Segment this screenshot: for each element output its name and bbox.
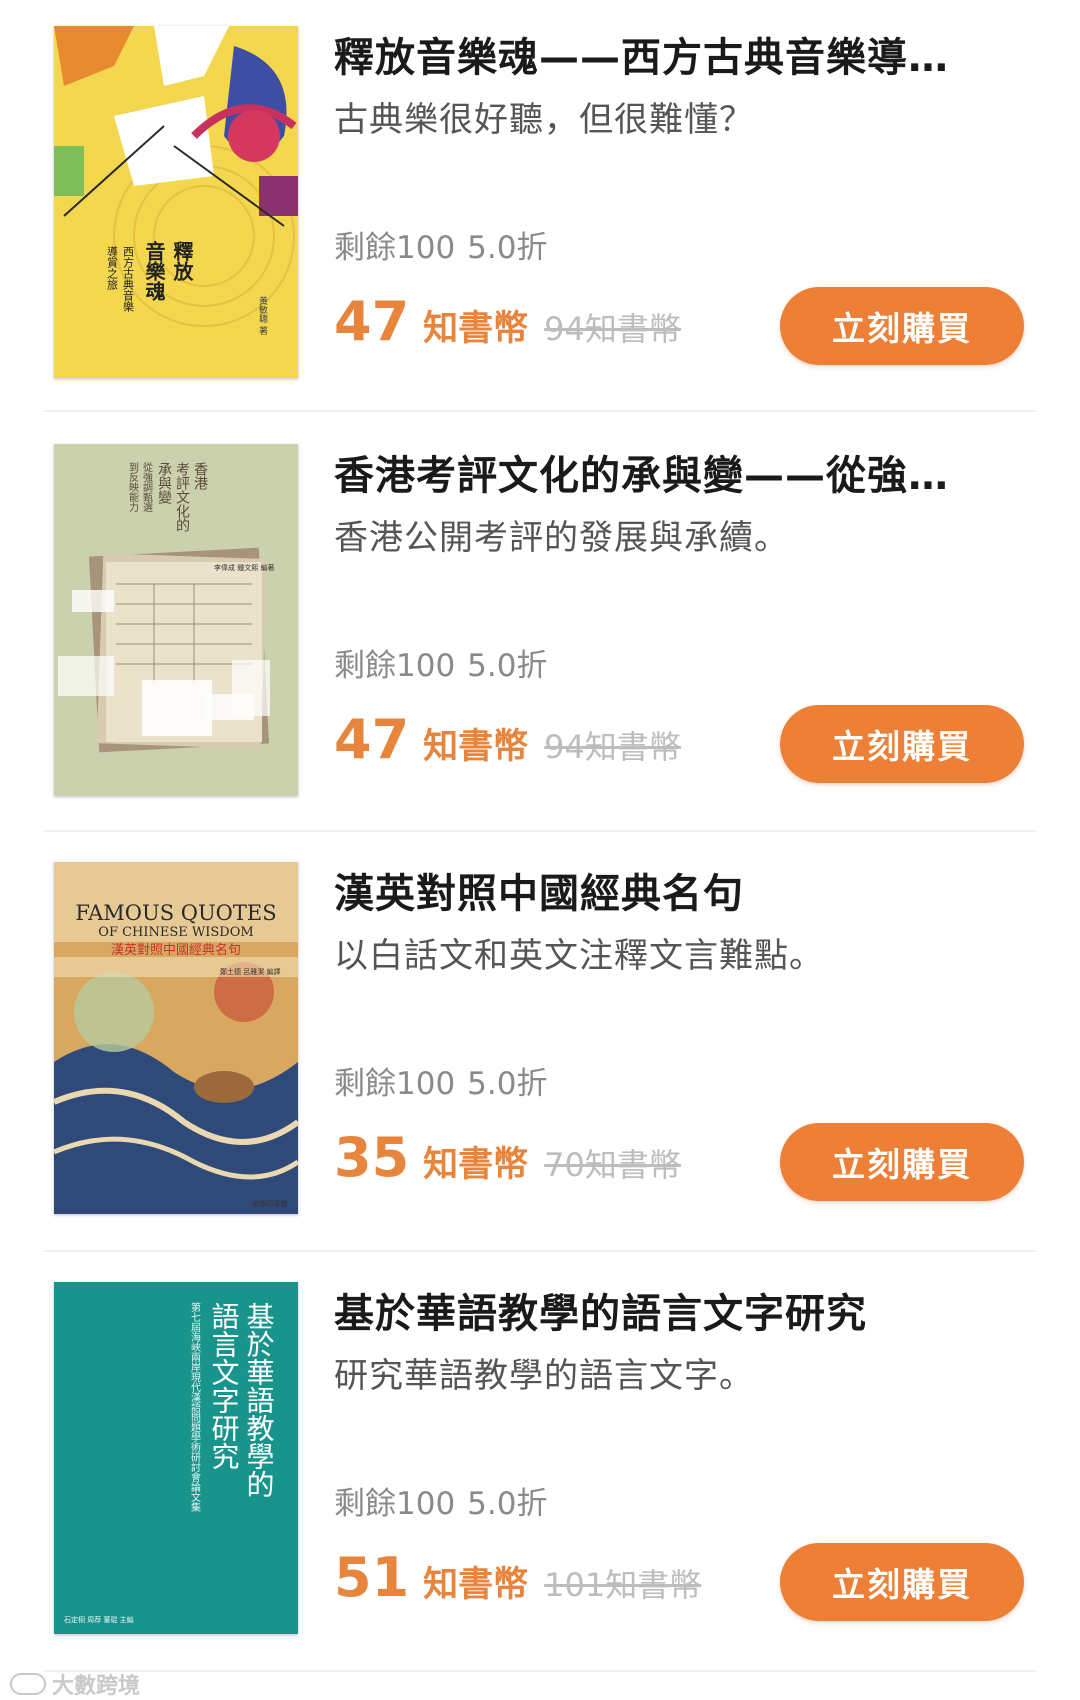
cover-subtitle: 第七屆海峽兩岸現代漢語問題學術研討會論文集 [189, 1301, 201, 1513]
cover-title-1: 香港 [192, 462, 208, 490]
stock-count: 剩餘100 [334, 1066, 456, 1102]
cover-author: 李偉成 鍾文熙 編著 [214, 563, 274, 572]
stock-count: 剩餘100 [334, 1486, 456, 1522]
list-item[interactable]: 香港 考評文化的 承與變 從強調甄選 到反映能力 李偉成 鍾文熙 編著 香港考評… [0, 418, 1080, 838]
price-unit: 知書幣 [423, 727, 529, 767]
stock-info: 剩餘100 5.0折 [334, 226, 559, 270]
price-value: 47 [334, 290, 410, 353]
watermark: 大數跨境 [10, 1668, 140, 1700]
cover-title-1: 基於華語教學的 [243, 1302, 276, 1498]
divider [44, 830, 1036, 832]
price-value: 47 [334, 708, 410, 771]
discount-label: 5.0折 [467, 648, 548, 684]
price-row: 47 知書幣 94知書幣 [334, 708, 681, 778]
discount-label: 5.0折 [467, 1486, 548, 1522]
book-cover-art: FAMOUS QUOTES OF CHINESE WISDOM 漢英對照中國經典… [54, 862, 298, 1214]
discount-label: 5.0折 [467, 1066, 548, 1102]
cover-author: 黃敏聰 著 [257, 295, 268, 335]
price-unit: 知書幣 [423, 1565, 529, 1605]
stock-count: 剩餘100 [334, 230, 456, 266]
original-price: 101知書幣 [544, 1566, 702, 1604]
original-price: 94知書幣 [544, 310, 681, 348]
cover-en-subtitle: OF CHINESE WISDOM [98, 925, 253, 940]
price-value: 35 [334, 1126, 410, 1189]
cover-subtitle-1: 從強調甄選 [141, 461, 153, 512]
book-cover[interactable]: FAMOUS QUOTES OF CHINESE WISDOM 漢英對照中國經典… [54, 862, 298, 1214]
cover-subtitle-1: 西方古典音樂 [122, 246, 135, 313]
cover-title-1: 釋放 [170, 240, 194, 282]
stock-info: 剩餘100 5.0折 [334, 1482, 559, 1526]
book-cover[interactable]: 香港 考評文化的 承與變 從強調甄選 到反映能力 李偉成 鍾文熙 編著 [54, 444, 298, 796]
book-cover-art: 基於華語教學的 語言文字研究 第七屆海峽兩岸現代漢語問題學術研討會論文集 石定栩… [54, 1282, 298, 1634]
book-title[interactable]: 釋放音樂魂——西方古典音樂導… [334, 30, 1024, 86]
cover-publisher: 商務印書館 [253, 1199, 288, 1208]
price-row: 47 知書幣 94知書幣 [334, 290, 681, 360]
buy-now-button[interactable]: 立刻購買 [780, 1543, 1024, 1621]
price-value: 51 [334, 1546, 410, 1609]
cover-title-3: 承與變 [156, 462, 172, 504]
price-row: 35 知書幣 70知書幣 [334, 1126, 681, 1196]
price-unit: 知書幣 [423, 309, 529, 349]
cover-author: 鄭土德 呂雅潔 編譯 [220, 967, 280, 976]
book-subtitle: 古典樂很好聽，但很難懂？ [334, 100, 754, 140]
cover-subtitle-2: 導賞之旅 [106, 245, 119, 290]
stock-info: 剩餘100 5.0折 [334, 644, 559, 688]
cover-title-2: 音樂魂 [142, 240, 166, 302]
book-cover-art: 釋放 音樂魂 西方古典音樂 導賞之旅 黃敏聰 著 [54, 26, 298, 378]
original-price: 94知書幣 [544, 728, 681, 766]
divider [44, 1250, 1036, 1252]
list-item[interactable]: FAMOUS QUOTES OF CHINESE WISDOM 漢英對照中國經典… [0, 836, 1080, 1256]
book-title[interactable]: 香港考評文化的承與變——從強… [334, 448, 1024, 504]
cover-en-title: FAMOUS QUOTES [75, 901, 276, 925]
buy-now-button[interactable]: 立刻購買 [780, 287, 1024, 365]
watermark-logo-icon [10, 1673, 46, 1695]
price-row: 51 知書幣 101知書幣 [334, 1546, 701, 1616]
book-cover-art: 香港 考評文化的 承與變 從強調甄選 到反映能力 李偉成 鍾文熙 編著 [54, 444, 298, 796]
price-unit: 知書幣 [423, 1145, 529, 1185]
book-title[interactable]: 漢英對照中國經典名句 [334, 866, 1024, 922]
book-title[interactable]: 基於華語教學的語言文字研究 [334, 1286, 1024, 1342]
watermark-text: 大數跨境 [52, 1674, 141, 1699]
original-price: 70知書幣 [544, 1146, 681, 1184]
book-subtitle: 以白話文和英文注釋文言難點。 [334, 936, 824, 976]
book-cover[interactable]: 基於華語教學的 語言文字研究 第七屆海峽兩岸現代漢語問題學術研討會論文集 石定栩… [54, 1282, 298, 1634]
book-cover[interactable]: 釋放 音樂魂 西方古典音樂 導賞之旅 黃敏聰 著 [54, 26, 298, 378]
discount-label: 5.0折 [467, 230, 548, 266]
buy-now-button[interactable]: 立刻購買 [780, 705, 1024, 783]
list-item[interactable]: 釋放 音樂魂 西方古典音樂 導賞之旅 黃敏聰 著 釋放音樂魂——西方古典音樂導…… [0, 0, 1080, 420]
cover-subtitle-2: 到反映能力 [127, 462, 139, 513]
stock-info: 剩餘100 5.0折 [334, 1062, 559, 1106]
book-subtitle: 研究華語教學的語言文字。 [334, 1356, 754, 1396]
list-item[interactable]: 基於華語教學的 語言文字研究 第七屆海峽兩岸現代漢語問題學術研討會論文集 石定栩… [0, 1256, 1080, 1676]
divider [44, 1670, 1036, 1672]
cover-cn-title: 漢英對照中國經典名句 [111, 942, 241, 958]
divider [44, 410, 1036, 412]
cover-title-2: 語言文字研究 [208, 1302, 241, 1470]
cover-author: 石定栩 周荐 董琨 主編 [64, 1615, 134, 1624]
book-subtitle: 香港公開考評的發展與承續。 [334, 518, 789, 558]
cover-title-2: 考評文化的 [174, 462, 190, 532]
stock-count: 剩餘100 [334, 648, 456, 684]
buy-now-button[interactable]: 立刻購買 [780, 1123, 1024, 1201]
